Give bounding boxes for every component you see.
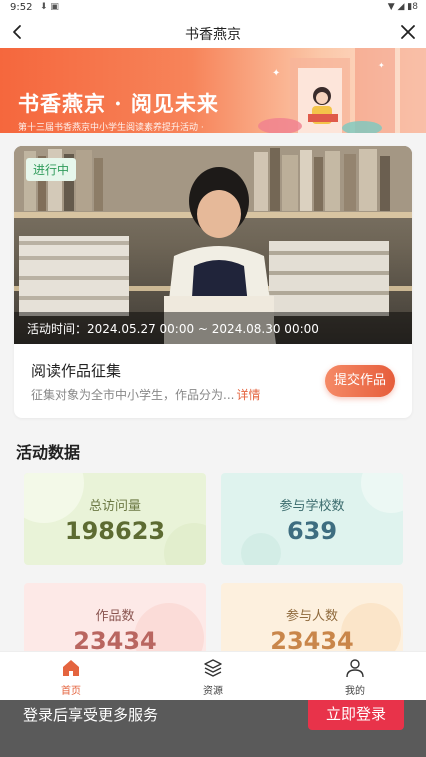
tab-label: 我的 xyxy=(345,686,365,697)
stat-value: 23434 xyxy=(73,627,157,651)
banner: 书香燕京 · 阅见未来 第十三届书香燕京中小学生阅读素养提升活动 · ✦ ✦ xyxy=(0,48,426,133)
stat-value: 23434 xyxy=(270,627,354,651)
layers-icon xyxy=(204,659,222,677)
stat-label: 作品数 xyxy=(95,609,135,624)
login-prompt-bar: 登录后享受更多服务 立即登录 xyxy=(0,700,426,757)
tab-label: 首页 xyxy=(61,686,81,697)
home-icon xyxy=(63,660,79,676)
stat-label: 参与人数 xyxy=(285,609,338,624)
close-icon[interactable] xyxy=(398,22,418,42)
tab-resources[interactable]: 资源 xyxy=(142,652,284,701)
stat-card-participants: 参与人数 23434 xyxy=(221,583,403,651)
banner-subtitle: 第十三届书香燕京中小学生阅读素养提升活动 · xyxy=(18,123,204,133)
stat-card-total-visits: 总访问量 198623 xyxy=(24,473,206,565)
banner-illustration: ✦ ✦ xyxy=(258,48,426,133)
login-button[interactable]: 立即登录 xyxy=(308,700,404,730)
battery-level: 8 xyxy=(412,2,418,12)
status-bar: 9:52 ⬇ ▣ ▼ ◢ ▮8 xyxy=(0,0,426,16)
activity-title: 阅读作品征集 xyxy=(31,362,122,380)
stat-label: 参与学校数 xyxy=(279,499,345,514)
activity-time: 活动时间：2024.05.27 00:00 ~ 2024.08.30 00:00 xyxy=(27,322,319,336)
notification-icons: ⬇ ▣ xyxy=(40,2,59,12)
tab-mine[interactable]: 我的 xyxy=(284,652,426,701)
banner-title: 书香燕京 · 阅见未来 xyxy=(18,91,219,116)
activity-card[interactable]: 进行中 活动时间：2024.05.27 00:00 ~ 2024.08.30 0… xyxy=(14,146,412,418)
page-title: 书香燕京 xyxy=(185,27,241,43)
section-title-stats: 活动数据 xyxy=(16,443,81,462)
details-link[interactable]: 详情 xyxy=(236,388,260,402)
submit-work-button[interactable]: 提交作品 xyxy=(325,365,395,397)
activity-desc-text: 征集对象为全市中小学生，作品分为... xyxy=(31,388,235,402)
main-content[interactable]: 进行中 活动时间：2024.05.27 00:00 ~ 2024.08.30 0… xyxy=(0,133,426,651)
svg-text:✦: ✦ xyxy=(378,61,385,70)
system-icons: ▼ ◢ ▮8 xyxy=(387,2,418,12)
stat-value: 639 xyxy=(286,517,338,545)
activity-photo: 进行中 活动时间：2024.05.27 00:00 ~ 2024.08.30 0… xyxy=(14,146,412,344)
login-prompt-text: 登录后享受更多服务 xyxy=(23,706,159,724)
status-time: 9:52 xyxy=(10,2,33,13)
stat-card-works: 作品数 23434 xyxy=(24,583,206,651)
stat-label: 总访问量 xyxy=(88,499,141,514)
tab-label: 资源 xyxy=(203,686,223,697)
svg-text:✦: ✦ xyxy=(272,68,280,79)
status-badge: 进行中 xyxy=(26,158,77,181)
nav-bar: 书香燕京 xyxy=(0,16,426,48)
activity-description: 征集对象为全市中小学生，作品分为... 详情 xyxy=(31,386,260,403)
tab-home[interactable]: 首页 xyxy=(0,652,142,701)
stat-card-schools: 参与学校数 639 xyxy=(221,473,403,565)
bottom-tab-bar: 首页 资源 我的 xyxy=(0,651,426,700)
activity-time-strip: 活动时间：2024.05.27 00:00 ~ 2024.08.30 00:00 xyxy=(14,312,412,344)
user-icon xyxy=(346,659,364,678)
stat-value: 198623 xyxy=(64,517,166,545)
